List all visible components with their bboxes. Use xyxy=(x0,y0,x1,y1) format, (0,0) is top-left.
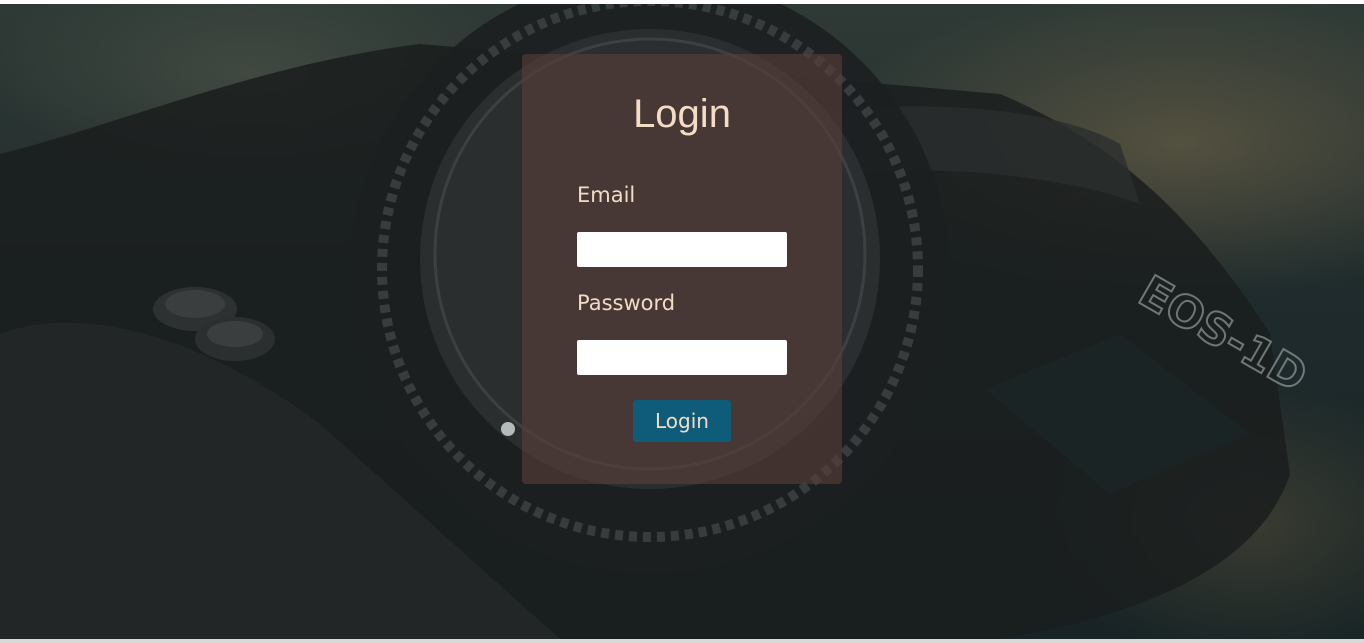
highlight-dot xyxy=(501,422,515,436)
email-label: Email xyxy=(577,183,636,207)
login-page: EOS-1D Login Email Password Login xyxy=(0,0,1364,643)
bottom-divider xyxy=(0,639,1364,643)
password-field[interactable] xyxy=(577,340,787,375)
email-field[interactable] xyxy=(577,232,787,267)
camera-button-top-cap xyxy=(165,290,225,318)
password-label: Password xyxy=(577,291,676,315)
camera-button-lower-cap xyxy=(207,321,263,347)
login-button[interactable]: Login xyxy=(633,400,731,442)
login-title: Login xyxy=(633,92,731,136)
